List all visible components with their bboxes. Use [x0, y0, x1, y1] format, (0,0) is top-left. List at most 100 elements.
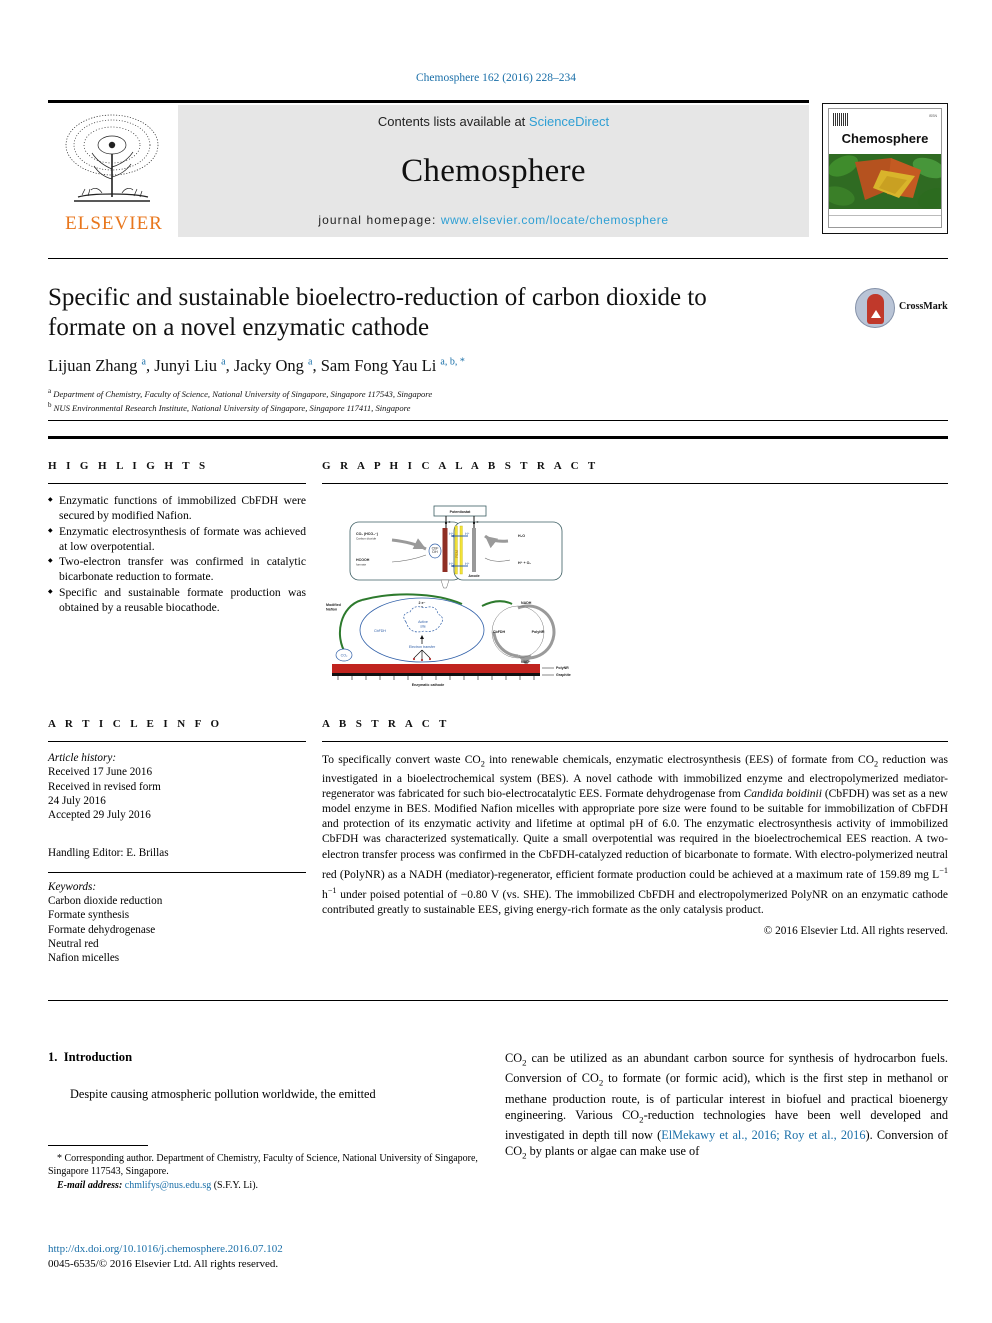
highlights-heading: H I G H L I G H T S — [48, 460, 209, 472]
elsevier-wordmark: ELSEVIER — [65, 213, 163, 234]
svg-text:PolyNR: PolyNR — [556, 666, 569, 670]
svg-text:Graphite: Graphite — [556, 673, 571, 677]
svg-text:PEM: PEM — [455, 550, 459, 558]
svg-text:CbFDH: CbFDH — [374, 629, 386, 633]
article-info-heading: A R T I C L E I N F O — [48, 718, 223, 730]
barcode-icon — [833, 113, 848, 126]
sciencedirect-link[interactable]: ScienceDirect — [529, 114, 609, 129]
journal-cover-thumbnail: ISSN Chemosphere — [822, 103, 948, 234]
list-item: Enzymatic electrosynthesis of formate wa… — [48, 524, 306, 555]
author-1: Lijuan Zhang a — [48, 356, 146, 375]
highlights-list: Enzymatic functions of immobilized CbFDH… — [48, 493, 306, 615]
svg-text:NADH: NADH — [521, 601, 532, 605]
history-accepted: Accepted 29 July 2016 — [48, 809, 151, 822]
highlights-rule — [48, 483, 306, 484]
crossmark-icon — [855, 288, 895, 328]
crossmark-label: CrossMark — [899, 301, 948, 312]
cover-footer-band — [829, 215, 941, 227]
graphical-abstract-rule — [322, 483, 948, 484]
introduction-paragraph: Despite causing atmospheric pollution wo… — [70, 1087, 376, 1101]
email-label: E-mail address: — [57, 1179, 123, 1191]
svg-text:H⁺: H⁺ — [449, 532, 454, 536]
article-info-section: A R T I C L E I N F O Article history: R… — [48, 718, 306, 966]
introduction-number: 1. — [48, 1050, 58, 1064]
elsevier-tree-icon — [65, 114, 159, 202]
homepage-prefix: journal homepage: — [318, 213, 441, 227]
svg-text:CO₂ (HCO₃⁻): CO₂ (HCO₃⁻) — [356, 532, 379, 536]
svg-text:Active: Active — [418, 620, 428, 624]
contents-available-line: Contents lists available at ScienceDirec… — [378, 114, 609, 129]
doi-link[interactable]: http://dx.doi.org/10.1016/j.chemosphere.… — [48, 1242, 488, 1257]
svg-text:e: e — [477, 520, 479, 524]
email-note: E-mail address: chmlifys@nus.edu.sg (S.F… — [48, 1179, 480, 1192]
svg-text:Carbon dioxide: Carbon dioxide — [356, 537, 377, 541]
contents-prefix: Contents lists available at — [377, 114, 529, 129]
body-right-column: CO2 can be utilized as an abundant carbo… — [505, 1050, 948, 1164]
author-3: Jacky Ong a — [233, 356, 313, 375]
svg-text:HCOOH: HCOOH — [356, 558, 370, 562]
svg-text:PolyNR: PolyNR — [532, 630, 545, 634]
svg-text:formate: formate — [356, 563, 367, 567]
history-revised: Received in revised form — [48, 780, 161, 793]
svg-text:H⁺ + O₂: H⁺ + O₂ — [518, 561, 531, 565]
svg-text:H⁺: H⁺ — [449, 562, 454, 566]
svg-text:Electron transfer: Electron transfer — [409, 645, 436, 649]
list-item: Specific and sustainable formate product… — [48, 585, 306, 616]
keyword-item: Carbon dioxide reduction — [48, 895, 163, 908]
running-head: Chemosphere 162 (2016) 228–234 — [415, 72, 577, 84]
svg-text:Anode: Anode — [468, 574, 479, 578]
abstract-copyright: © 2016 Elsevier Ltd. All rights reserved… — [763, 924, 948, 937]
graphical-abstract-section: G R A P H I C A L A B S T R A C T .lbl {… — [322, 460, 948, 692]
section-divider-top — [48, 420, 948, 421]
journal-article-page: Chemosphere 162 (2016) 228–234 ELSEVIER … — [0, 0, 992, 1323]
svg-text:DH: DH — [432, 550, 438, 554]
article-history: Article history: Received 17 June 2016 R… — [48, 751, 306, 966]
affiliation-b: b NUS Environmental Research Institute, … — [48, 401, 411, 414]
body-divider — [48, 1000, 948, 1001]
introduction-heading: 1. Introduction — [48, 1050, 478, 1065]
keywords-rule — [48, 871, 306, 873]
title-divider — [48, 258, 948, 259]
svg-text:H⁺: H⁺ — [465, 562, 470, 566]
author-2: Junyi Liu a — [154, 356, 226, 375]
citation-link[interactable]: ElMekawy et al., 2016; Roy et al., 2016 — [661, 1128, 865, 1142]
svg-text:H⁺: H⁺ — [465, 532, 470, 536]
svg-text:2 e⁻: 2 e⁻ — [419, 601, 426, 605]
svg-text:Nafion: Nafion — [326, 608, 337, 612]
history-received: Received 17 June 2016 — [48, 766, 153, 779]
list-item: Enzymatic functions of immobilized CbFDH… — [48, 493, 306, 524]
svg-text:e: e — [449, 520, 451, 524]
svg-text:site: site — [420, 625, 426, 629]
footnote-block: * Corresponding author. Department of Ch… — [48, 1152, 480, 1192]
graphical-abstract-heading: G R A P H I C A L A B S T R A C T — [322, 460, 599, 472]
cover-tiny-text: ISSN — [928, 114, 937, 118]
footer-block: http://dx.doi.org/10.1016/j.chemosphere.… — [48, 1242, 488, 1271]
journal-homepage-line: journal homepage: www.elsevier.com/locat… — [318, 213, 668, 227]
journal-name: Chemosphere — [401, 152, 586, 189]
introduction-column: 1. Introduction Despite causing atmosphe… — [48, 1050, 478, 1102]
article-info-rule — [48, 741, 306, 742]
abstract-rule — [322, 741, 948, 742]
page-title: Specific and sustainable bioelectro-redu… — [48, 284, 707, 341]
corresponding-author-note: * Corresponding author. Department of Ch… — [48, 1153, 478, 1178]
email-link[interactable]: chmlifys@nus.edu.sg — [125, 1180, 211, 1191]
cover-photo — [829, 154, 941, 209]
author-list: Lijuan Zhang a, Junyi Liu a, Jacky Ong a… — [48, 356, 465, 375]
keyword-item: Formate synthesis — [48, 909, 130, 922]
affiliation-a: a Department of Chemistry, Faculty of Sc… — [48, 387, 433, 399]
graphical-abstract-figure: .lbl { font-family: "Liberation Sans", s… — [322, 496, 622, 692]
abstract-section: A B S T R A C T To specifically convert … — [322, 718, 948, 937]
svg-text:Potentiostat: Potentiostat — [450, 510, 472, 514]
keyword-item: Formate dehydrogenase — [48, 923, 156, 936]
svg-text:Modified: Modified — [326, 603, 341, 607]
crossmark-badge[interactable]: CrossMark — [855, 288, 950, 330]
email-owner: (S.F.Y. Li). — [213, 1179, 259, 1191]
keyword-item: Neutral red — [48, 937, 99, 950]
bes-schematic-diagram: .lbl { font-family: "Liberation Sans", s… — [326, 505, 571, 687]
introduction-title: Introduction — [63, 1050, 133, 1064]
keyword-item: Nafion micelles — [48, 952, 120, 965]
affiliation-list: a Department of Chemistry, Faculty of Sc… — [48, 386, 848, 415]
cover-leaves-image — [829, 154, 941, 209]
abstract-heading: A B S T R A C T — [322, 718, 450, 730]
homepage-url-link[interactable]: www.elsevier.com/locate/chemosphere — [441, 213, 669, 227]
